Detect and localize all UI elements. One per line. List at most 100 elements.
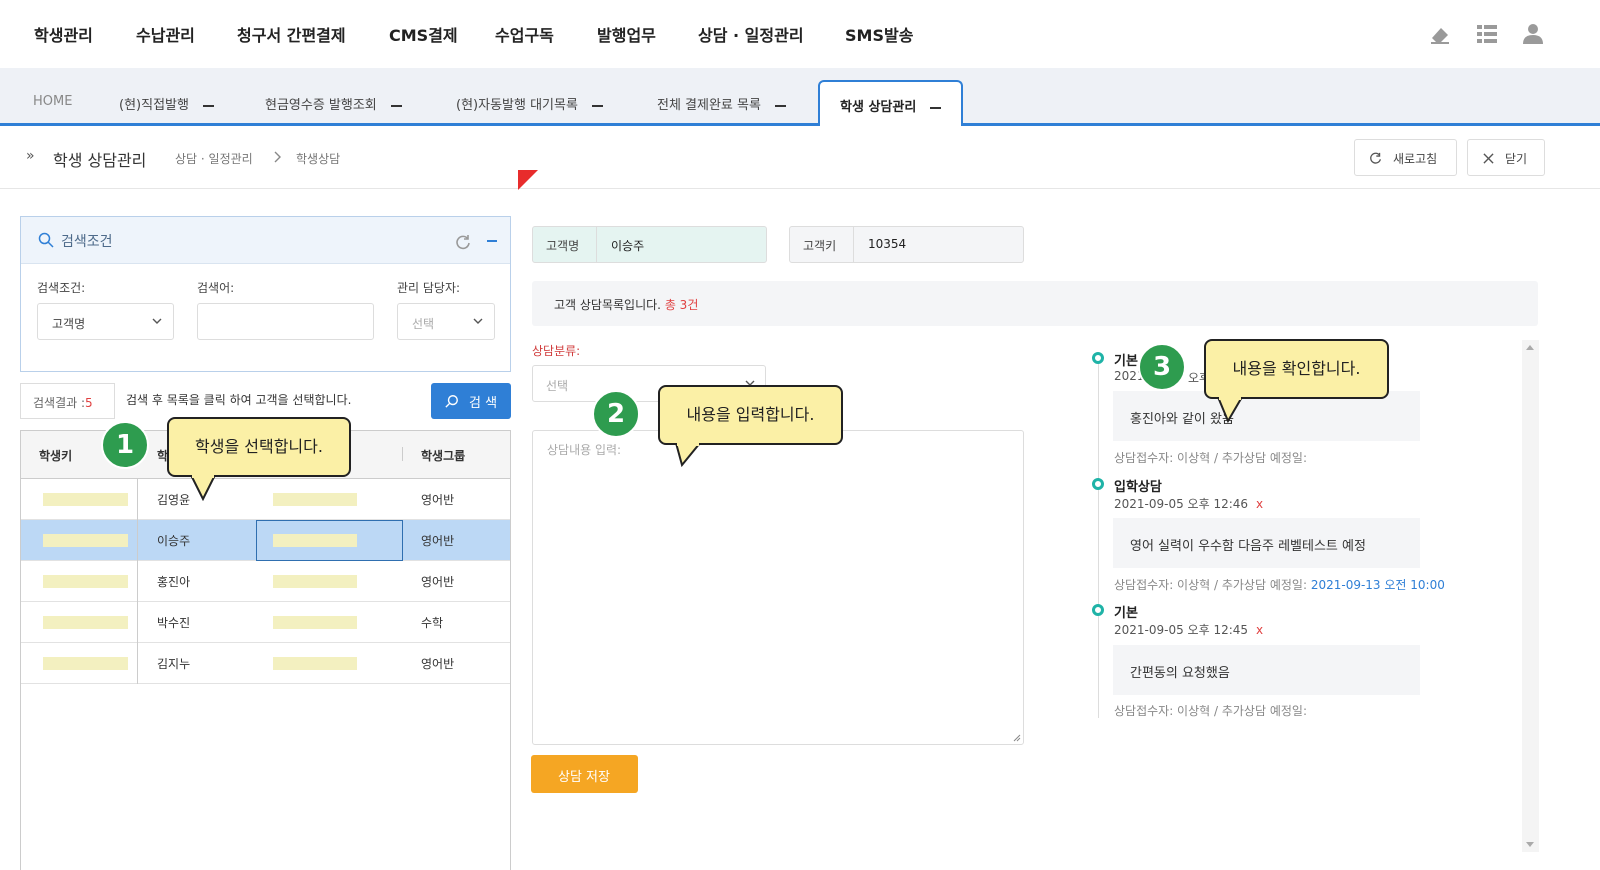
close-button[interactable]: 닫기 [1467, 139, 1545, 176]
menu-cms[interactable]: CMS결제 [389, 22, 458, 46]
tab-close-icon[interactable] [774, 104, 786, 107]
category-label: 상담분류: [532, 344, 581, 358]
step-badge-1: 1 [101, 421, 149, 469]
menu-consult[interactable]: 상담 · 일정관리 [698, 22, 804, 46]
result-count-box: 검색결과 :5 [20, 383, 115, 419]
callout-pointer [190, 475, 216, 501]
customer-key-label: 고객키 [790, 227, 854, 262]
timeline-scrollbar[interactable] [1522, 340, 1539, 852]
manager-label: 관리 담당자: [397, 281, 461, 295]
condition-select[interactable]: 고객명 [37, 303, 174, 340]
callout-text: 내용을 확인합니다. [1232, 359, 1361, 378]
tab-auto-issue[interactable]: (현)자동발행 대기목록 [456, 94, 603, 113]
resize-handle-icon[interactable] [1013, 734, 1021, 742]
timeline-content: 영어 실력이 우수함 다음주 레벨테스트 예정 [1113, 518, 1420, 568]
refresh-button[interactable]: 새로고침 [1354, 139, 1457, 176]
table-row-selected[interactable]: 이승주 영어반 [21, 520, 510, 561]
tab-cash-receipt[interactable]: 현금영수증 발행조회 [265, 94, 402, 113]
timeline-dot [1092, 604, 1104, 616]
column-divider [402, 447, 403, 461]
tab-student-consult[interactable]: 학생 상담관리 [818, 80, 964, 126]
condition-value: 고객명 [52, 317, 86, 331]
result-label: 검색결과 : [33, 396, 86, 410]
search-panel-header: 검색조건 [21, 217, 510, 264]
callout-pointer [675, 443, 701, 467]
menu-subscription[interactable]: 수업구독 [495, 22, 554, 46]
table-row[interactable]: 김지누 영어반 [21, 643, 510, 684]
search-hint: 검색 후 목록을 클릭 하여 고객을 선택합니다. [126, 393, 352, 407]
timeline-dot [1092, 352, 1104, 364]
student-group: 영어반 [421, 657, 455, 671]
student-grid: 학생키 학 학생그룹 김영윤 영어반 이승주 영어반 홍진아 영어반 박수진 수… [20, 430, 511, 870]
student-group: 영어반 [421, 575, 455, 589]
timeline-date-text: 2021-09-05 오후 12:45 [1114, 623, 1249, 637]
tab-direct-issue[interactable]: (현)직접발행 [119, 94, 214, 113]
close-label: 닫기 [1505, 152, 1528, 166]
tab-close-icon[interactable] [390, 104, 402, 107]
column-divider [137, 643, 138, 684]
timeline-type: 입학상담 [1114, 480, 1162, 495]
column-header-key[interactable]: 학생키 [39, 447, 72, 464]
table-row[interactable]: 김영윤 영어반 [21, 479, 510, 520]
breadcrumb-item[interactable]: 학생상담 [296, 150, 340, 167]
table-row[interactable]: 박수진 수학 [21, 602, 510, 643]
double-chevron-icon: » [26, 148, 35, 164]
content-placeholder: 상담내용 입력: [547, 443, 622, 457]
close-icon [1483, 153, 1494, 164]
column-divider [137, 602, 138, 643]
collapse-icon[interactable] [487, 240, 497, 242]
menu-student[interactable]: 학생관리 [34, 22, 93, 46]
masked-cell [273, 575, 357, 588]
student-name: 김지누 [157, 657, 191, 671]
timeline-type: 기본 [1114, 606, 1138, 621]
consult-info-text: 고객 상담목록입니다. 총 3건 [554, 296, 698, 313]
keyword-input[interactable] [197, 303, 374, 340]
customer-name-label: 고객명 [533, 227, 597, 262]
breadcrumb-item[interactable]: 상담 · 일정관리 [175, 150, 253, 167]
save-consult-button[interactable]: 상담 저장 [531, 755, 638, 793]
delete-icon[interactable]: x [1256, 497, 1263, 511]
masked-cell [273, 534, 357, 547]
scroll-up-icon[interactable] [1526, 345, 1534, 350]
callout-select-student: 학생을 선택합니다. [167, 417, 351, 501]
table-row[interactable]: 홍진아 영어반 [21, 561, 510, 602]
chevron-down-icon [152, 318, 162, 324]
tab-close-icon[interactable] [591, 104, 603, 107]
list-icon[interactable] [1475, 22, 1499, 46]
tab-label: 전체 결제완료 목록 [657, 98, 761, 113]
menu-sms[interactable]: SMS발송 [845, 22, 913, 46]
consult-content-textarea[interactable]: 상담내용 입력: [532, 430, 1024, 745]
column-header-group[interactable]: 학생그룹 [421, 447, 465, 464]
tab-label: 학생 상담관리 [840, 100, 917, 115]
column-divider [137, 520, 138, 561]
tab-close-icon[interactable] [930, 106, 942, 109]
eraser-icon[interactable] [1428, 22, 1452, 46]
timeline-footer-text: 상담접수자: 이상혁 / 추가상담 예정일: [1114, 578, 1307, 592]
masked-cell [273, 493, 357, 506]
scroll-down-icon[interactable] [1526, 842, 1534, 847]
search-panel: 검색조건 검색조건: 고객명 검색어: 관리 담당자: 선택 [20, 216, 511, 372]
tab-home[interactable]: HOME [33, 94, 72, 109]
page-title: 학생 상담관리 [53, 151, 147, 170]
customer-key-value: 10354 [868, 237, 907, 251]
search-panel-title: 검색조건 [61, 234, 113, 250]
tab-payment-complete[interactable]: 전체 결제완료 목록 [657, 94, 786, 113]
menu-invoice[interactable]: 청구서 간편결제 [237, 22, 346, 46]
student-name: 김영윤 [157, 493, 191, 507]
timeline-date-text: 2021-09-05 오후 12:46 [1114, 497, 1249, 511]
user-icon[interactable] [1521, 22, 1545, 46]
tab-close-icon[interactable] [202, 104, 214, 107]
delete-icon[interactable]: x [1256, 623, 1263, 637]
timeline-date: 2021-09-05 오후 12:46 x [1114, 495, 1263, 512]
student-name: 박수진 [157, 616, 191, 630]
tab-label: (현)자동발행 대기목록 [456, 98, 578, 113]
reset-icon[interactable] [455, 234, 471, 250]
menu-payment[interactable]: 수납관리 [136, 22, 195, 46]
tab-label: 현금영수증 발행조회 [265, 98, 377, 113]
search-button[interactable]: 검 색 [431, 383, 511, 419]
customer-name-value: 이승주 [611, 239, 645, 253]
manager-select[interactable]: 선택 [397, 303, 495, 340]
consult-count: 총 3건 [664, 298, 699, 312]
menu-issue[interactable]: 발행업무 [597, 22, 656, 46]
timeline-footer: 상담접수자: 이상혁 / 추가상담 예정일: [1114, 704, 1307, 718]
